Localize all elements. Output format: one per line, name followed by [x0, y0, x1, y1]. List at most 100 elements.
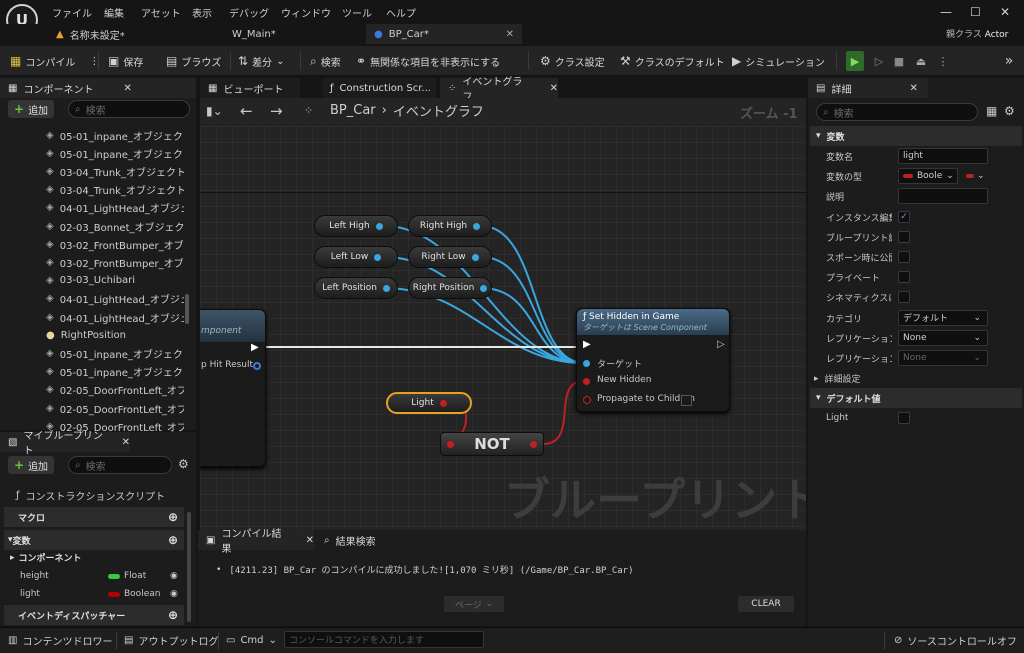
- save-button[interactable]: ▣ 保存: [108, 46, 143, 76]
- component-item[interactable]: ◈ 03-03_Uchibari: [46, 272, 184, 290]
- default-light-checkbox[interactable]: [898, 412, 910, 424]
- advanced-section[interactable]: ▸ 詳細設定: [814, 372, 861, 386]
- var-node-right-low[interactable]: Right Low: [408, 246, 492, 268]
- set-hidden-in-game-node[interactable]: ƒ Set Hidden in Game ターゲットは Scene Compon…: [576, 308, 730, 412]
- visibility-eye-icon[interactable]: ◉: [170, 589, 178, 599]
- macro-section[interactable]: マクロ ⊕: [4, 507, 184, 527]
- close-icon[interactable]: ✕: [909, 83, 917, 94]
- exec-out-pin[interactable]: ▷: [717, 339, 725, 350]
- output-pin[interactable]: [439, 399, 447, 407]
- tab-w-main[interactable]: W_Main*: [210, 24, 360, 44]
- find-button[interactable]: ⌕ 検索: [310, 46, 341, 76]
- variables-section[interactable]: ▾ 変数 ⊕: [4, 530, 184, 550]
- page-dropdown[interactable]: ページ ⌄: [444, 596, 504, 612]
- container-type-dropdown[interactable]: ⌄: [962, 168, 988, 184]
- menu-tools[interactable]: ツール: [342, 5, 372, 20]
- var-node-right-high[interactable]: Right High: [408, 215, 492, 237]
- bookmark-icon[interactable]: ▮⌄: [206, 104, 223, 118]
- tab-construction-script[interactable]: ƒ Construction Scr...: [322, 78, 436, 98]
- var-node-light[interactable]: Light: [386, 392, 472, 414]
- close-tab-icon[interactable]: ✕: [506, 29, 514, 40]
- output-pin[interactable]: [480, 284, 488, 292]
- browse-button[interactable]: ▤ ブラウズ: [166, 46, 221, 76]
- close-icon[interactable]: ✕: [123, 83, 131, 94]
- component-item[interactable]: ◈ 03-02_FrontBumper_オブジ:: [46, 235, 184, 253]
- add-macro-icon[interactable]: ⊕: [168, 510, 178, 524]
- close-tab-icon[interactable]: ✕: [306, 535, 314, 546]
- table-view-icon[interactable]: ▦: [986, 104, 997, 118]
- more-icon[interactable]: ⋮: [934, 51, 952, 71]
- maximize-icon[interactable]: ☐: [970, 5, 981, 19]
- component-item[interactable]: ◈ 05-01_inpane_オブジェクト_: [46, 363, 184, 381]
- expand-toolbar-icon[interactable]: »: [1000, 51, 1018, 71]
- variable-light[interactable]: light Boolean ◉: [20, 586, 184, 602]
- property-checkbox[interactable]: [898, 291, 910, 304]
- class-defaults-button[interactable]: ⚒ クラスのデフォルト: [620, 46, 725, 76]
- close-icon[interactable]: ✕: [122, 437, 130, 448]
- var-node-left-position[interactable]: Left Position: [314, 277, 398, 299]
- output-pin[interactable]: [375, 222, 383, 230]
- hit-result-pin[interactable]: [253, 362, 261, 370]
- variable-section[interactable]: ▾ 変数: [810, 126, 1022, 146]
- menu-asset[interactable]: アセット: [141, 5, 181, 20]
- component-item[interactable]: ● RightPosition: [46, 326, 184, 344]
- output-pin[interactable]: [471, 253, 479, 261]
- propagate-checkbox[interactable]: [681, 395, 692, 406]
- component-item[interactable]: ◈ 05-01_inpane_オブジェクト_: [46, 126, 184, 144]
- component-item[interactable]: ◈ 05-01_inpane_オブジェクト_: [46, 144, 184, 162]
- var-node-left-high[interactable]: Left High: [314, 215, 398, 237]
- clear-button[interactable]: CLEAR: [738, 596, 794, 612]
- eject-icon[interactable]: ⏏: [912, 51, 930, 71]
- add-component-button[interactable]: + 追加: [8, 100, 55, 118]
- component-item[interactable]: ◈ 03-02_FrontBumper_オブジ:: [46, 253, 184, 271]
- component-item[interactable]: ◈ 02-05_DoorFrontLeft_オブジ: [46, 381, 184, 399]
- compile-button[interactable]: ▦ コンパイル ⋮: [10, 46, 99, 76]
- description-input[interactable]: [898, 188, 988, 205]
- var-node-left-low[interactable]: Left Low: [314, 246, 398, 268]
- back-arrow-icon[interactable]: ←: [240, 102, 253, 120]
- output-log-button[interactable]: ▤ アウトプットログ: [124, 627, 218, 653]
- replication-dropdown[interactable]: None ⌄: [898, 329, 988, 346]
- input-pin[interactable]: [447, 440, 454, 448]
- content-drawer-button[interactable]: ▥ コンテンツドロワー: [8, 627, 112, 653]
- menu-help[interactable]: ヘルプ: [386, 5, 416, 20]
- partial-event-node[interactable]: mponent ▶ p Hit Result: [200, 309, 266, 467]
- construction-script-item[interactable]: ƒ コンストラクションスクリプト: [16, 488, 165, 503]
- settings-gear-icon[interactable]: ⚙: [1004, 104, 1015, 118]
- not-node[interactable]: NOT: [440, 432, 544, 456]
- menu-edit[interactable]: 編集: [104, 5, 124, 20]
- tab-compile-results[interactable]: ▣ コンパイル結果 ✕: [198, 529, 314, 555]
- var-node-right-position[interactable]: Right Position: [408, 277, 492, 299]
- blueprint-search-input[interactable]: ⌕ 検索: [68, 456, 172, 474]
- simulation-button[interactable]: ▶ シミュレーション: [732, 46, 825, 76]
- visibility-eye-icon[interactable]: ◉: [170, 571, 178, 581]
- settings-gear-icon[interactable]: ⚙: [178, 457, 189, 471]
- component-item[interactable]: ◈ 04-01_LightHead_オブジェク: [46, 308, 184, 326]
- close-tab-icon[interactable]: ✕: [550, 83, 558, 94]
- breadcrumb-root[interactable]: BP_Car: [330, 103, 376, 118]
- output-pin[interactable]: [374, 253, 382, 261]
- property-checkbox[interactable]: [898, 251, 910, 263]
- tab-bp-car[interactable]: ● BP_Car* ✕: [366, 24, 522, 44]
- menu-debug[interactable]: デバッグ: [229, 5, 269, 20]
- console-input[interactable]: コンソールコマンドを入力します: [284, 631, 484, 648]
- close-window-icon[interactable]: ✕: [1000, 5, 1010, 19]
- diff-button[interactable]: ⇅ 差分 ⌄: [238, 46, 284, 76]
- category-dropdown[interactable]: デフォルト ⌄: [898, 309, 988, 326]
- component-item[interactable]: ◈ 03-04_Trunk_オブジェクト_1: [46, 181, 184, 199]
- variable-name-input[interactable]: light: [898, 148, 988, 164]
- exec-out-pin[interactable]: ▶: [251, 342, 259, 353]
- add-variable-icon[interactable]: ⊕: [168, 533, 178, 547]
- output-pin[interactable]: [382, 284, 390, 292]
- component-scrollbar[interactable]: [185, 294, 189, 324]
- blueprint-scrollbar[interactable]: [187, 512, 191, 622]
- tab-event-graph[interactable]: ⁘イベントグラフ✕: [440, 77, 558, 103]
- component-item[interactable]: ◈ 04-01_LightHead_オブジェク: [46, 290, 184, 308]
- step-icon[interactable]: ▷: [870, 51, 888, 71]
- component-item[interactable]: ◈ 02-05_DoorFrontLeft_オブジ: [46, 399, 184, 417]
- output-pin[interactable]: [530, 440, 537, 448]
- class-settings-button[interactable]: ⚙ クラス設定: [540, 46, 605, 76]
- hide-unrelated-button[interactable]: ⚭ 無関係な項目を非表示にする: [356, 46, 500, 76]
- variable-height[interactable]: height Float ◉: [20, 568, 184, 584]
- minimize-icon[interactable]: —: [940, 5, 952, 19]
